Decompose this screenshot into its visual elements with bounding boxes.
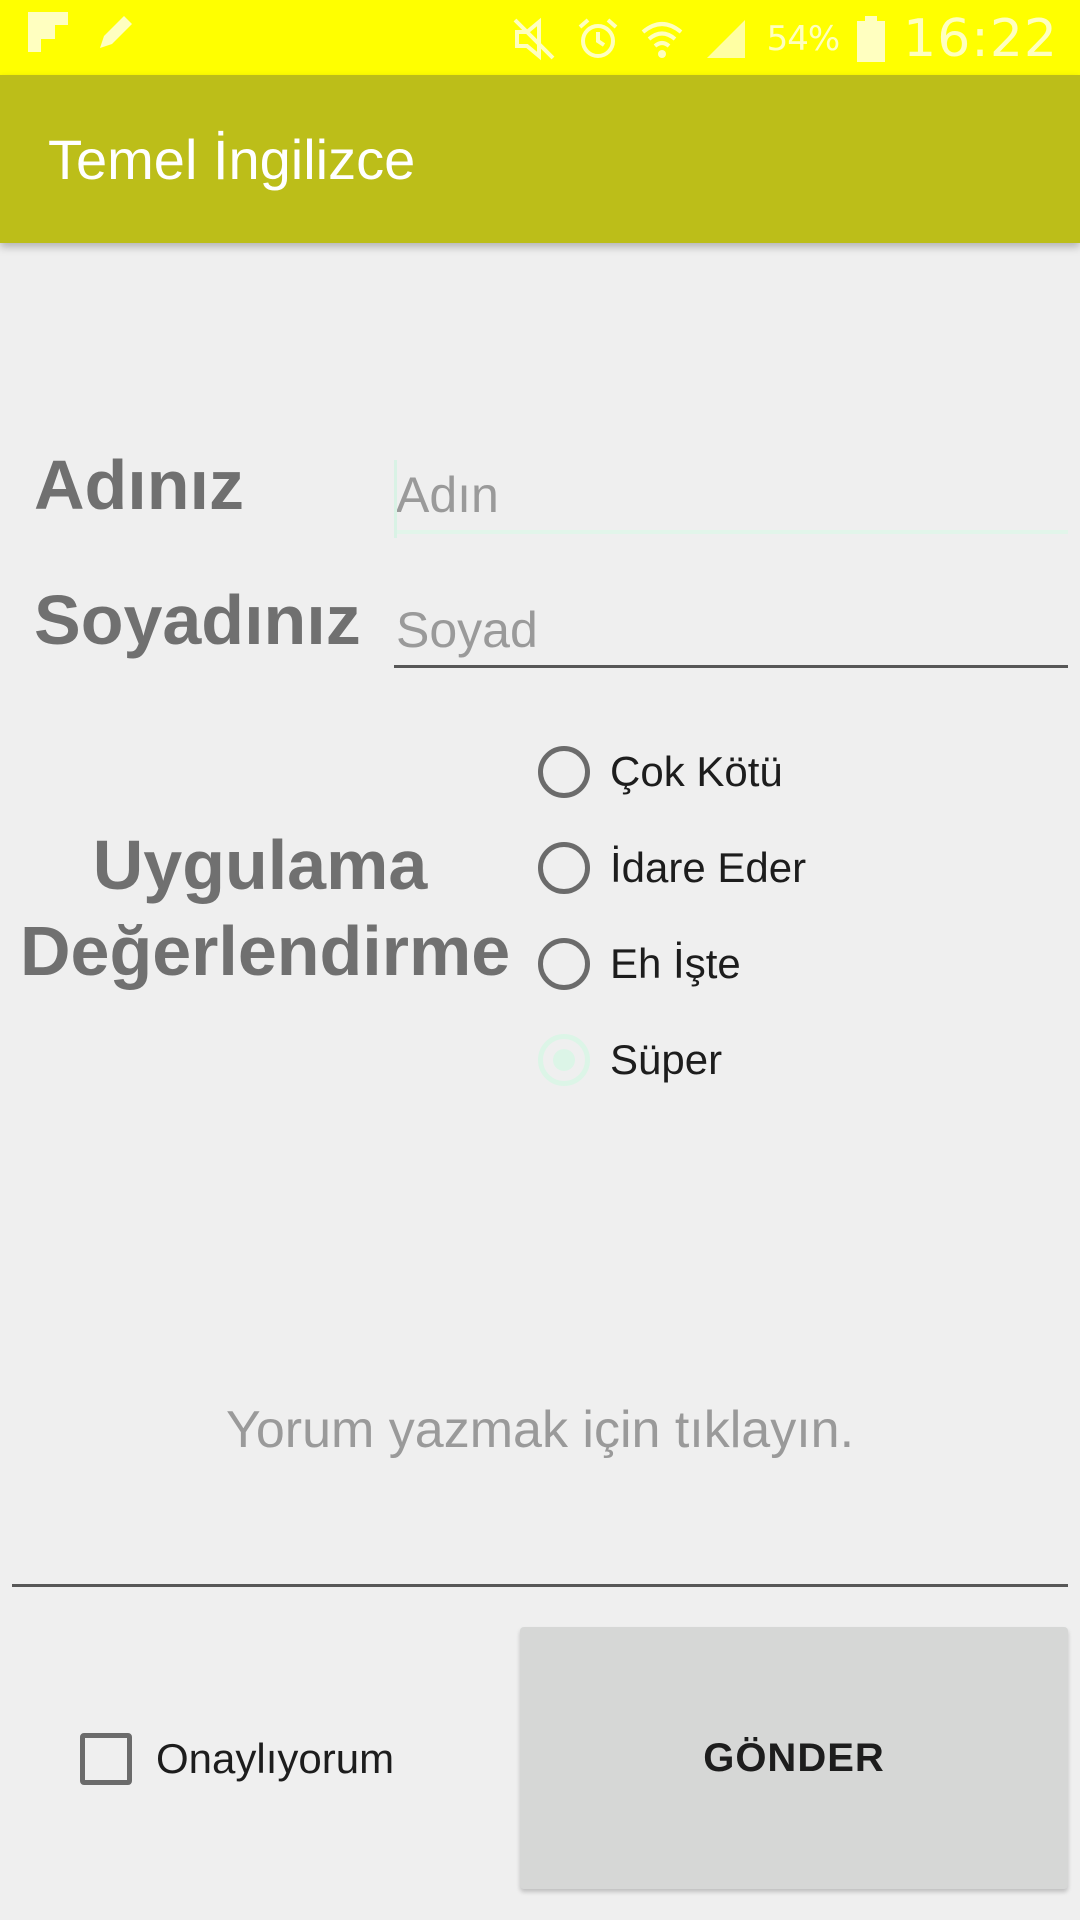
comment-placeholder: Yorum yazmak için tıklayın. (225, 1401, 855, 1459)
battery-percent: 54% (766, 19, 841, 59)
name-input[interactable] (394, 460, 1068, 530)
consent-checkbox-row[interactable]: Onaylıyorum (80, 1733, 394, 1785)
radio-button[interactable] (538, 746, 590, 798)
surname-field[interactable] (394, 595, 1068, 668)
radio-label: İdare Eder (610, 844, 807, 891)
radio-button[interactable] (538, 842, 590, 894)
battery-icon (857, 16, 886, 62)
comment-field[interactable]: Yorum yazmak için tıklayın. (12, 1380, 1068, 1587)
edit-icon (100, 16, 132, 48)
alarm-icon (578, 18, 617, 58)
mute-icon (513, 17, 554, 61)
status-bar: 54% 16:22 (0, 0, 1080, 75)
radio-option-cok-kotu[interactable]: Çok Kötü (538, 724, 806, 820)
rating-label: Uygulama Değerlendirme (20, 826, 511, 990)
wifi-icon (641, 22, 682, 58)
radio-label: Çok Kötü (610, 748, 783, 795)
name-field[interactable] (394, 460, 1068, 538)
radio-option-idare-eder[interactable]: İdare Eder (538, 820, 806, 916)
consent-label: Onaylıyorum (156, 1735, 395, 1782)
name-label: Adınız (34, 446, 244, 524)
radio-button-selected[interactable] (538, 1034, 590, 1086)
radio-label: Eh İşte (610, 940, 741, 987)
app-bar: Temel İngilizce (0, 75, 1080, 243)
radio-option-eh-iste[interactable]: Eh İşte (538, 916, 806, 1012)
signal-icon (706, 20, 745, 58)
app-title: Temel İngilizce (48, 128, 416, 191)
clock: 16:22 (903, 9, 1058, 69)
radio-option-super[interactable]: Süper (538, 1012, 806, 1108)
submit-button[interactable]: GÖNDER (520, 1627, 1068, 1889)
surname-input[interactable] (394, 595, 1068, 665)
radio-button[interactable] (538, 938, 590, 990)
radio-label: Süper (610, 1036, 723, 1083)
rating-radio-group: Çok Kötü İdare Eder Eh İşte Süper (538, 724, 806, 1108)
flipboard-icon (28, 12, 68, 52)
consent-checkbox[interactable] (80, 1733, 132, 1785)
surname-label: Soyadınız (34, 581, 361, 659)
